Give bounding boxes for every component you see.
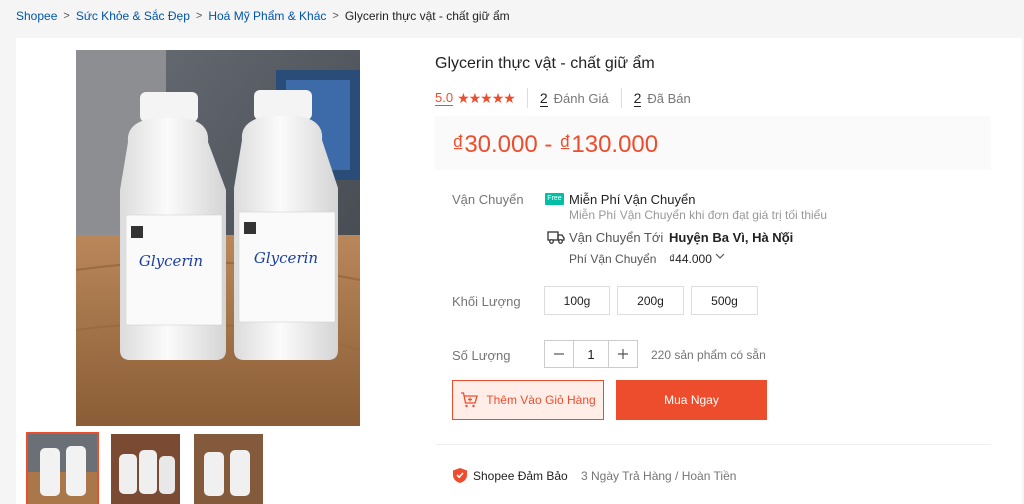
review-label: Đánh Giá xyxy=(553,90,609,106)
free-shipping-title: Miễn Phí Vận Chuyển xyxy=(569,192,696,207)
rating-score[interactable]: 5.0 xyxy=(435,90,454,106)
right-bottle-label: Glycerin xyxy=(254,249,318,267)
plus-icon[interactable] xyxy=(609,341,637,367)
shopee-guarantee-title[interactable]: Shopee Đảm Bảo xyxy=(473,469,568,483)
minus-icon[interactable] xyxy=(545,341,573,367)
variant-option-100g[interactable]: 100g xyxy=(544,286,610,315)
variant-option-500g[interactable]: 500g xyxy=(691,286,758,315)
shipping-label: Vận Chuyển xyxy=(452,192,524,207)
free-shipping-icon: Free xyxy=(545,193,564,205)
buy-now-button[interactable]: Mua Ngay xyxy=(616,380,767,420)
shipping-fee-label: Phí Vận Chuyển xyxy=(569,252,657,266)
breadcrumb-separator-icon: > xyxy=(63,10,70,22)
main-product-image[interactable]: Glycerin Glycerin xyxy=(76,50,360,426)
price-range: ₫30.000 - ₫130.000 xyxy=(452,131,659,158)
free-shipping-desc: Miễn Phí Vận Chuyển khi đơn đạt giá trị … xyxy=(569,208,828,222)
breadcrumb-separator-icon: > xyxy=(195,10,203,22)
thumbnail-2[interactable] xyxy=(111,434,180,504)
breadcrumb-current: Glycerin thực vật - chất giữ ẩm xyxy=(344,9,510,23)
product-title: Glycerin thực vật - chất giữ ẩm xyxy=(435,55,655,72)
thumbnail-strip xyxy=(26,432,263,504)
left-bottle-label: Glycerin xyxy=(139,252,203,270)
shield-icon xyxy=(453,468,467,483)
divider xyxy=(435,444,991,445)
thumbnail-1[interactable] xyxy=(26,432,99,504)
divider xyxy=(526,88,528,108)
breadcrumb-separator-icon: > xyxy=(332,10,339,22)
variant-option-200g[interactable]: 200g xyxy=(617,286,684,315)
breadcrumb-cosmetics[interactable]: Hoá Mỹ Phẩm & Khác xyxy=(208,9,326,23)
chevron-down-icon[interactable] xyxy=(715,250,725,264)
sold-count: 2 xyxy=(633,89,642,107)
sold-label: Đã Bán xyxy=(647,90,691,106)
breadcrumb-shopee[interactable]: Shopee xyxy=(16,9,57,23)
review-count[interactable]: 2 xyxy=(539,90,548,107)
cart-icon xyxy=(461,392,479,408)
quantity-stepper: 1 xyxy=(544,340,638,368)
shipping-fee-value[interactable]: ₫44.000 xyxy=(669,252,712,266)
add-to-cart-button[interactable]: Thêm Vào Giỏ Hàng xyxy=(452,380,604,420)
ship-to-label: Vận Chuyển Tới xyxy=(569,230,664,245)
chevron-down-icon[interactable] xyxy=(780,228,790,242)
star-rating-icon: ★★★★★ xyxy=(457,89,516,106)
price-box: ₫30.000 - ₫130.000 xyxy=(435,116,991,170)
quantity-input[interactable]: 1 xyxy=(573,341,609,367)
stock-available: 220 sản phẩm có sẵn xyxy=(651,348,766,362)
rating-row: 5.0 ★★★★★ 2 Đánh Giá 2 Đã Bán xyxy=(435,88,691,108)
breadcrumb-health-beauty[interactable]: Sức Khỏe & Sắc Đẹp xyxy=(76,9,190,23)
breadcrumb: Shopee > Sức Khỏe & Sắc Đẹp > Hoá Mỹ Phẩ… xyxy=(16,8,510,24)
quantity-label: Số Lượng xyxy=(452,348,511,363)
weight-label: Khối Lượng xyxy=(452,294,521,309)
thumbnail-3[interactable] xyxy=(194,434,263,504)
shopee-guarantee-desc: 3 Ngày Trả Hàng / Hoàn Tiền xyxy=(581,469,737,483)
add-to-cart-label: Thêm Vào Giỏ Hàng xyxy=(486,393,596,407)
truck-icon xyxy=(547,231,565,244)
divider xyxy=(620,88,622,108)
ship-to-location[interactable]: Huyện Ba Vì, Hà Nội xyxy=(669,230,793,245)
